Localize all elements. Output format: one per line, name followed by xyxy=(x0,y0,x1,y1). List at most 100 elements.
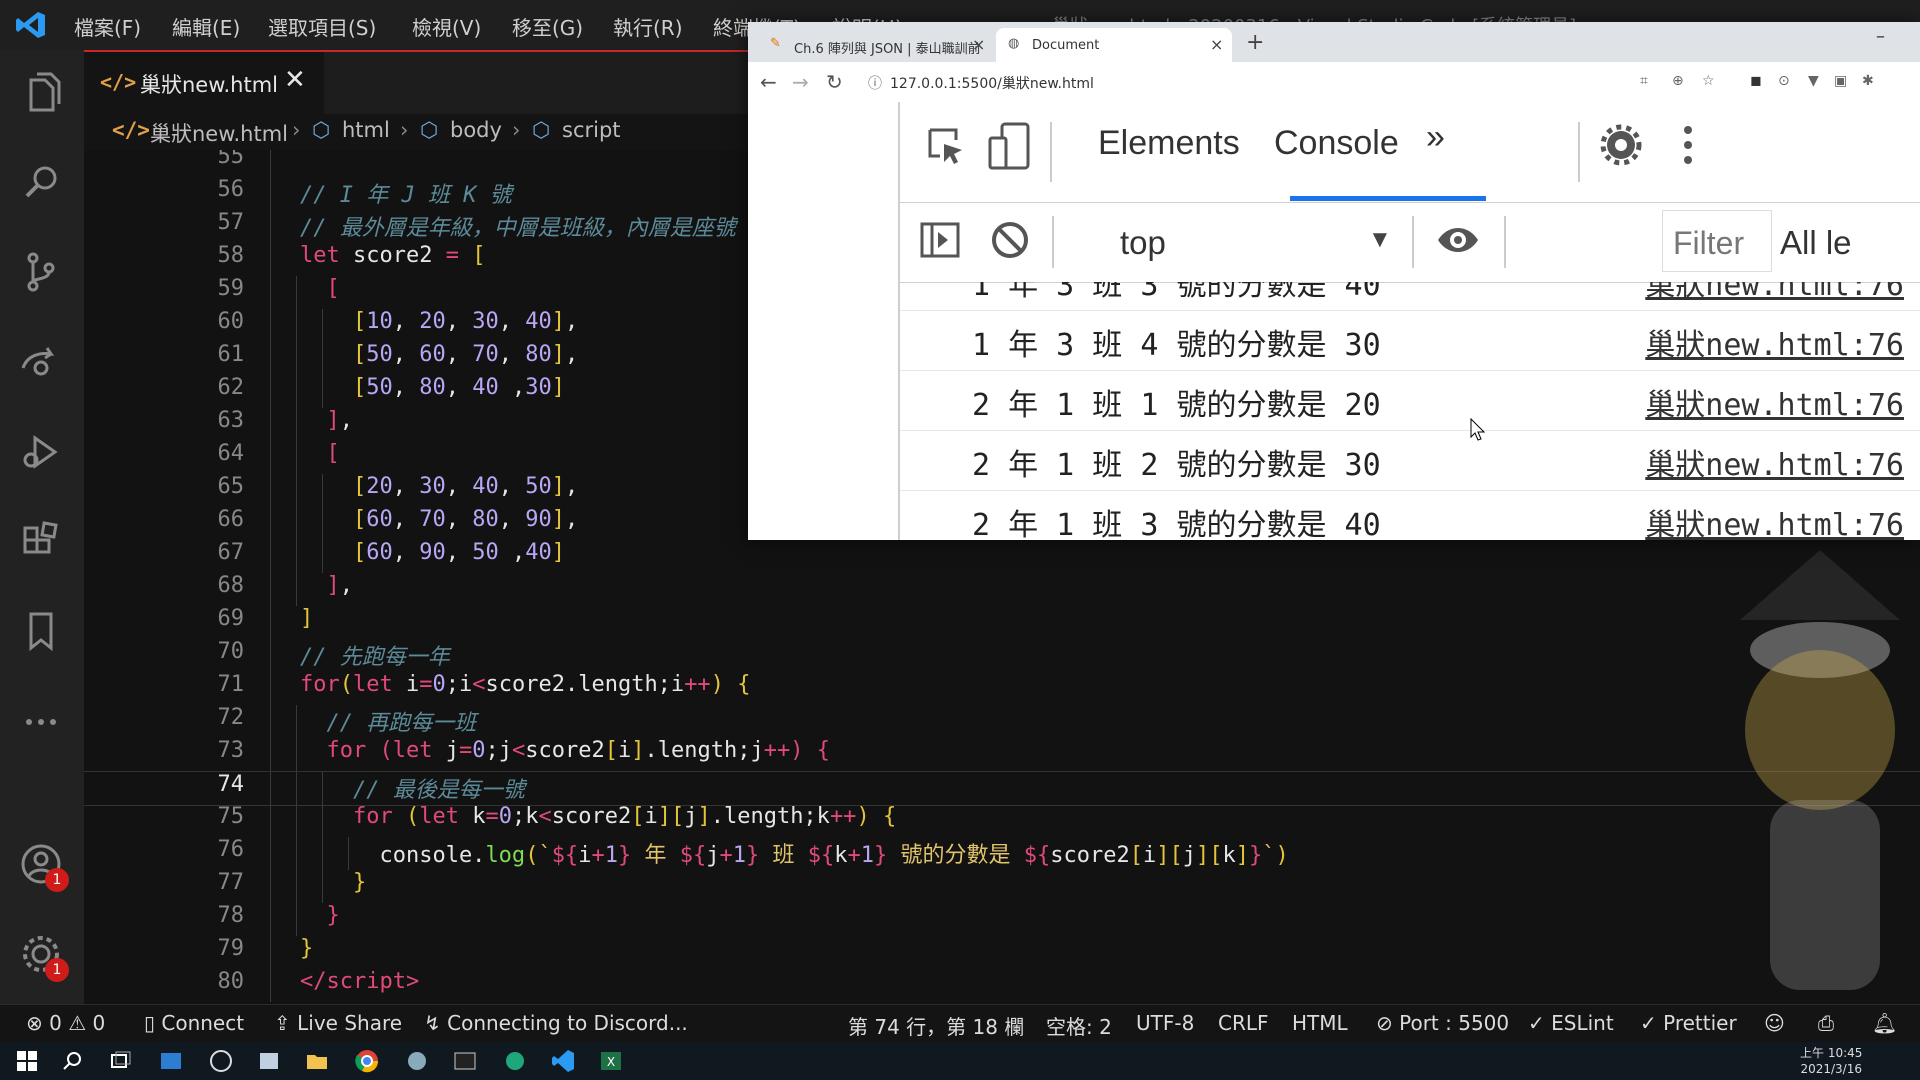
more-tabs-icon[interactable]: » xyxy=(1426,118,1445,157)
code-line[interactable]: 73 for (let j=0;j<score2[i].length;j++) … xyxy=(84,738,1920,771)
accounts-icon[interactable]: 1 xyxy=(17,840,69,892)
new-tab-button[interactable]: + xyxy=(1246,30,1264,55)
context-selector[interactable]: top xyxy=(1120,224,1166,262)
console-log-source-link[interactable]: 巢狀new.html:76 xyxy=(1645,440,1904,484)
reload-icon[interactable]: ↻ xyxy=(826,70,843,94)
discord-status[interactable]: ↯ Connecting to Discord... xyxy=(424,1011,688,1035)
code-line[interactable]: 74 // 最後是每一號 xyxy=(84,771,1920,806)
connect-button[interactable]: ▯ Connect xyxy=(144,1011,244,1035)
task-view-icon[interactable] xyxy=(108,1048,134,1074)
windows-start-icon[interactable] xyxy=(14,1048,40,1074)
explorer-icon[interactable] xyxy=(17,70,65,118)
indentation[interactable]: 空格: 2 xyxy=(1046,1011,1112,1040)
inspect-element-icon[interactable] xyxy=(926,126,966,166)
encoding[interactable]: UTF-8 xyxy=(1136,1011,1194,1035)
console-log-source-link[interactable]: 巢狀new.html:76 xyxy=(1645,320,1904,364)
back-icon[interactable]: ← xyxy=(760,70,777,94)
extension-icon[interactable]: ▼ xyxy=(1808,73,1819,89)
page-viewport[interactable] xyxy=(748,102,898,540)
breadcrumb-script[interactable]: script xyxy=(562,118,621,142)
code-line[interactable]: 77 } xyxy=(84,870,1920,903)
close-icon[interactable]: × xyxy=(1210,35,1223,54)
vscode-icon[interactable] xyxy=(550,1048,576,1074)
log-levels-dropdown[interactable]: All le xyxy=(1780,224,1852,262)
code-line[interactable]: 75 for (let k=0;k<score2[i][j].length;k+… xyxy=(84,804,1920,837)
eslint-status[interactable]: ✓ ESLint xyxy=(1528,1011,1614,1035)
code-line[interactable]: 69] xyxy=(84,606,1920,639)
run-debug-icon[interactable] xyxy=(17,428,65,476)
filter-input[interactable]: Filter xyxy=(1662,210,1772,272)
close-icon[interactable]: ✕ xyxy=(284,65,306,95)
line-ending[interactable]: CRLF xyxy=(1218,1011,1269,1035)
system-clock[interactable]: 上午 10:45 2021/3/16 xyxy=(1800,1045,1862,1077)
breadcrumb-file[interactable]: 巢狀new.html xyxy=(150,118,288,148)
gear-icon[interactable]: 1 xyxy=(17,930,69,982)
extensions-icon[interactable] xyxy=(17,518,65,566)
breadcrumb-body[interactable]: body xyxy=(450,118,502,142)
kebab-menu-icon[interactable] xyxy=(1678,122,1698,168)
code-line[interactable]: 71 for(let i=0;i<score2.length;i++) { xyxy=(84,672,1920,705)
extension-icon[interactable]: ⊙ xyxy=(1778,73,1790,89)
broadcast-icon[interactable]: ⎙ xyxy=(1818,1011,1834,1035)
address-bar[interactable]: ⓘ 127.0.0.1:5500/巢狀new.html ⌗ ⊕ ☆ ◼ ⊙ ▼ … xyxy=(864,68,1884,96)
chrome-icon[interactable] xyxy=(354,1048,380,1074)
feedback-icon[interactable]: ☺ xyxy=(1764,1011,1785,1035)
zoom-icon[interactable]: ⊕ xyxy=(1672,73,1684,89)
forward-icon[interactable]: → xyxy=(792,70,809,94)
code-line[interactable]: 70 // 先跑每一年 xyxy=(84,639,1920,672)
excel-icon[interactable]: X xyxy=(598,1048,624,1074)
terminal-icon[interactable] xyxy=(452,1048,478,1074)
search-icon[interactable] xyxy=(60,1048,86,1074)
code-line[interactable]: 68 ], xyxy=(84,573,1920,606)
devtools-tab-console[interactable]: Console xyxy=(1274,124,1399,163)
search-icon[interactable] xyxy=(17,158,65,206)
menu-view[interactable]: 檢視(V) xyxy=(412,12,481,41)
eye-icon[interactable] xyxy=(1436,222,1480,258)
console-log-source-link[interactable]: 巢狀new.html:76 xyxy=(1645,282,1904,304)
console-log-source-link[interactable]: 巢狀new.html:76 xyxy=(1645,380,1904,424)
live-server-port[interactable]: ⊘ Port : 5500 xyxy=(1376,1011,1509,1035)
code-line[interactable]: 78 } xyxy=(84,903,1920,936)
dropdown-arrow-icon[interactable]: ▼ xyxy=(1368,226,1392,254)
problems-indicator[interactable]: ⊗ 0 ⚠ 0 xyxy=(26,1011,105,1035)
menu-selection[interactable]: 選取項目(S) xyxy=(268,12,376,41)
puzzle-icon[interactable]: ✱ xyxy=(1862,73,1874,89)
close-icon[interactable]: × xyxy=(972,35,985,54)
menu-file[interactable]: 檔案(F) xyxy=(74,12,141,41)
code-line[interactable]: 80 </script> xyxy=(84,969,1920,1002)
bookmarks-icon[interactable] xyxy=(17,608,65,656)
prettier-status[interactable]: ✓ Prettier xyxy=(1640,1011,1737,1035)
menu-go[interactable]: 移至(G) xyxy=(512,12,583,41)
code-line[interactable]: 76 console.log(`${i+1} 年 ${j+1} 班 ${k+1}… xyxy=(84,837,1920,870)
bell-icon[interactable]: 🔔︎ xyxy=(1872,1011,1897,1035)
source-control-icon[interactable] xyxy=(17,248,65,296)
extension-icon[interactable]: ◼ xyxy=(1750,73,1762,89)
language-mode[interactable]: HTML xyxy=(1292,1011,1348,1035)
translate-icon[interactable]: ⌗ xyxy=(1640,73,1648,89)
device-toolbar-icon[interactable] xyxy=(988,122,1032,170)
devtools-tab-elements[interactable]: Elements xyxy=(1098,124,1240,163)
breadcrumb-html[interactable]: html xyxy=(342,118,390,142)
browser-tab-course[interactable]: ✎ Ch.6 陣列與 JSON | 泰山職訓前 × xyxy=(758,28,994,62)
star-icon[interactable]: ☆ xyxy=(1702,73,1715,89)
app-icon[interactable] xyxy=(502,1048,528,1074)
window-app-icon[interactable] xyxy=(256,1048,282,1074)
menu-run[interactable]: 執行(R) xyxy=(613,12,683,41)
live-share-icon[interactable] xyxy=(17,338,65,386)
app-icon[interactable] xyxy=(404,1048,430,1074)
dial-app-icon[interactable] xyxy=(208,1048,234,1074)
folder-icon[interactable] xyxy=(304,1048,330,1074)
app-icon[interactable] xyxy=(158,1048,184,1074)
minimize-button[interactable]: – xyxy=(1876,26,1885,47)
code-line[interactable]: 79} xyxy=(84,936,1920,969)
editor-tab[interactable]: </> 巢狀new.html ✕ xyxy=(84,52,324,117)
extension-icon[interactable]: ▣ xyxy=(1834,73,1847,89)
live-share-button[interactable]: ⇪ Live Share xyxy=(274,1011,402,1035)
gear-icon[interactable] xyxy=(1600,124,1642,166)
browser-tab-document[interactable]: ◍ Document × xyxy=(996,28,1232,62)
code-line[interactable]: 67 [60, 90, 50 ,40] xyxy=(84,540,1920,573)
cursor-position[interactable]: 第 74 行，第 18 欄 xyxy=(848,1011,1024,1040)
console-log-source-link[interactable]: 巢狀new.html:76 xyxy=(1645,500,1904,540)
more-icon[interactable] xyxy=(17,698,65,746)
menu-edit[interactable]: 編輯(E) xyxy=(172,12,240,41)
